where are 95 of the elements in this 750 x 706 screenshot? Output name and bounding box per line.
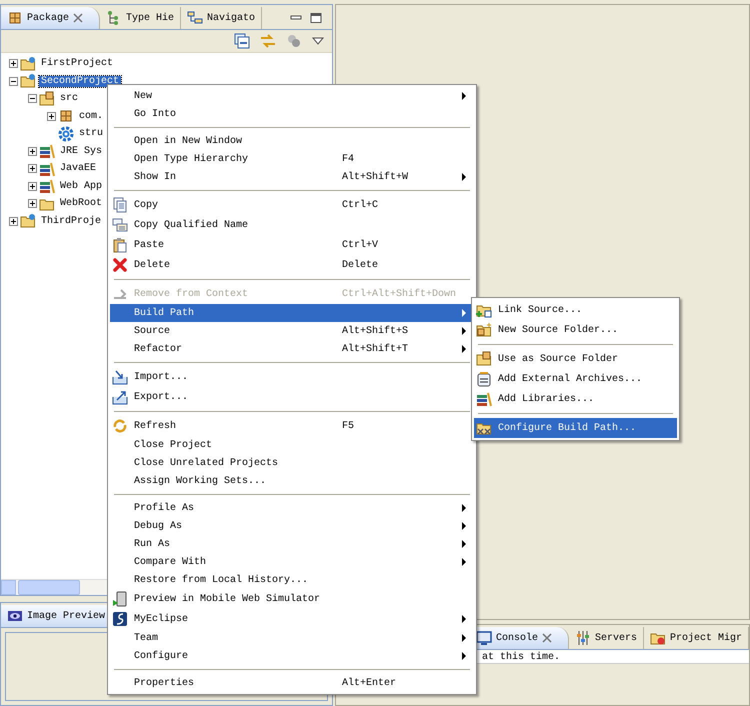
submenu-arrow-icon bbox=[460, 652, 468, 660]
refresh-icon bbox=[112, 418, 128, 434]
package-folder-icon bbox=[39, 90, 55, 107]
tree-item[interactable]: WebRoot bbox=[58, 198, 104, 210]
menu-item[interactable]: Use as Source Folder bbox=[474, 349, 677, 369]
eye-icon bbox=[7, 608, 23, 624]
menu-item[interactable]: New bbox=[110, 87, 474, 105]
scrollbar-thumb[interactable] bbox=[18, 580, 80, 595]
menu-item[interactable]: Close Unrelated Projects bbox=[110, 454, 474, 472]
menu-item[interactable]: Delete Delete bbox=[110, 255, 474, 275]
books-icon bbox=[39, 160, 55, 177]
expand-toggle-icon[interactable] bbox=[28, 199, 37, 208]
expand-toggle-icon[interactable] bbox=[28, 146, 37, 156]
sliders-icon bbox=[574, 630, 591, 646]
menu-item[interactable]: Show In Alt+Shift+W bbox=[110, 168, 474, 186]
export-icon bbox=[112, 389, 128, 405]
tree-item[interactable]: Web App bbox=[58, 180, 104, 192]
clipboard-icon bbox=[112, 237, 128, 253]
package-icon bbox=[7, 10, 23, 26]
menu-item[interactable]: Build Path bbox=[110, 304, 474, 322]
expand-toggle-icon[interactable] bbox=[28, 182, 37, 191]
menu-item[interactable]: Go Into bbox=[110, 105, 474, 123]
view-tab[interactable]: Package bbox=[1, 7, 100, 29]
project-icon bbox=[20, 213, 36, 230]
project-icon bbox=[20, 73, 36, 90]
tree-item[interactable]: src bbox=[58, 93, 80, 104]
package-folder-icon bbox=[476, 351, 492, 367]
project-icon bbox=[20, 56, 36, 72]
submenu-arrow-icon bbox=[460, 92, 468, 100]
books-icon bbox=[39, 178, 55, 194]
phone-icon bbox=[112, 591, 128, 607]
tree-item[interactable]: ThirdProje bbox=[39, 216, 104, 227]
collapse-toggle-icon[interactable] bbox=[9, 76, 18, 86]
menu-item[interactable]: Debug As bbox=[110, 517, 474, 535]
gear-icon bbox=[58, 126, 74, 142]
copy-icon bbox=[112, 197, 128, 213]
submenu-arrow-icon bbox=[460, 173, 468, 181]
menu-item[interactable]: Close Project bbox=[110, 436, 474, 454]
menu-item[interactable]: Profile As bbox=[110, 499, 474, 517]
tree-item[interactable]: JavaEE bbox=[58, 163, 98, 174]
close-icon[interactable] bbox=[73, 13, 84, 23]
expand-toggle-icon[interactable] bbox=[47, 112, 56, 121]
menu-item[interactable]: Run As bbox=[110, 535, 474, 553]
submenu-arrow-icon bbox=[460, 327, 468, 335]
tree-item[interactable]: JRE Sys bbox=[58, 146, 104, 157]
menu-item[interactable]: Copy Ctrl+C bbox=[110, 195, 474, 215]
menu-item[interactable]: Properties Alt+Enter bbox=[110, 674, 474, 692]
collapse-toggle-icon[interactable] bbox=[28, 94, 37, 104]
submenu-arrow-icon bbox=[460, 615, 468, 623]
submenu-arrow-icon bbox=[460, 558, 468, 566]
jar-icon bbox=[476, 371, 492, 387]
close-icon[interactable] bbox=[542, 633, 552, 643]
tree-item[interactable]: com. bbox=[77, 110, 106, 122]
menu-item[interactable]: Import... bbox=[110, 367, 474, 387]
menu-item[interactable]: Assign Working Sets... bbox=[110, 472, 474, 490]
submenu-arrow-icon bbox=[460, 504, 468, 512]
books-icon bbox=[39, 143, 55, 160]
navigator-icon bbox=[187, 10, 204, 26]
menu-item[interactable]: Add Libraries... bbox=[474, 389, 677, 409]
menu-item[interactable]: Compare With bbox=[110, 553, 474, 571]
expand-toggle-icon[interactable] bbox=[9, 59, 18, 68]
tree-item[interactable]: stru bbox=[77, 128, 106, 140]
submenu-arrow-icon bbox=[460, 634, 468, 642]
submenu-arrow-icon bbox=[460, 309, 468, 317]
expand-toggle-icon[interactable] bbox=[9, 216, 18, 226]
menu-item[interactable]: Paste Ctrl+V bbox=[110, 235, 474, 255]
menu-item[interactable]: Link Source... bbox=[474, 300, 677, 320]
menu-item[interactable]: Copy Qualified Name bbox=[110, 215, 474, 235]
tree-item[interactable]: FirstProject bbox=[39, 58, 116, 70]
view-menu-icon[interactable] bbox=[312, 36, 324, 46]
expand-toggle-icon[interactable] bbox=[28, 164, 37, 174]
menu-item[interactable]: Source Alt+Shift+S bbox=[110, 322, 474, 340]
menu-item[interactable]: Open in New Window bbox=[110, 132, 474, 150]
monitor-icon bbox=[476, 630, 492, 646]
submenu-arrow-icon bbox=[460, 522, 468, 530]
menu-item[interactable]: New Source Folder... bbox=[474, 320, 677, 340]
package-icon bbox=[58, 108, 74, 124]
documents-icon bbox=[112, 217, 128, 233]
menu-item[interactable]: Add External Archives... bbox=[474, 369, 677, 389]
books-icon bbox=[476, 391, 492, 407]
submenu-arrow-icon bbox=[460, 540, 468, 548]
collapse-all-icon[interactable] bbox=[234, 33, 250, 49]
menu-item[interactable]: Refresh F5 bbox=[110, 416, 474, 436]
import-icon bbox=[112, 369, 128, 385]
delete-icon bbox=[112, 257, 128, 273]
maximize-icon[interactable] bbox=[310, 13, 322, 23]
logo-icon bbox=[112, 611, 128, 627]
menu-item[interactable]: Restore from Local History... bbox=[110, 571, 474, 589]
menu-item[interactable]: Open Type Hierarchy F4 bbox=[110, 150, 474, 168]
submenu-arrow-icon bbox=[460, 345, 468, 353]
folder-plus-icon bbox=[476, 322, 492, 338]
menu-item[interactable]: Configure Build Path... bbox=[474, 418, 677, 438]
menu-item[interactable]: Refactor Alt+Shift+T bbox=[110, 340, 474, 358]
menu-item[interactable]: Export... bbox=[110, 387, 474, 407]
tree-item[interactable]: SecondProject bbox=[39, 76, 122, 87]
